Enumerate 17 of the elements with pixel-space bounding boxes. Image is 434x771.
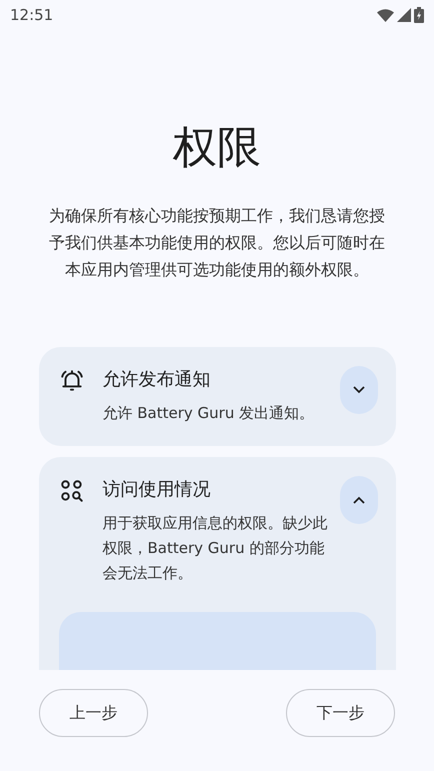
permission-description: 允许 Battery Guru 发出通知。 [102,403,316,424]
signal-icon [397,8,411,22]
status-time: 12:51 [10,4,54,26]
chevron-up-icon [352,496,364,504]
permission-description: 用于获取应用信息的权限。缺少此权限，Battery Guru 的部分功能会无法工作。 [102,513,328,584]
expand-toggle[interactable] [340,476,378,524]
back-button[interactable]: 上一步 [39,689,148,737]
page-title: 权限 [173,121,261,175]
permission-title: 访问使用情况 [102,478,212,502]
wifi-icon [377,8,394,22]
chevron-down-icon [352,386,364,394]
circles-search-icon [58,478,84,504]
intro-text: 为确保所有核心功能按预期工作，我们恳请您授予我们供基本功能使用的权限。您以后可随时在本应用内管理供可选功能使用的额外权限。 [48,205,386,281]
next-button[interactable]: 下一步 [286,689,395,737]
expand-toggle[interactable] [340,366,378,414]
permission-title: 允许发布通知 [102,368,212,392]
battery-icon [414,7,424,23]
